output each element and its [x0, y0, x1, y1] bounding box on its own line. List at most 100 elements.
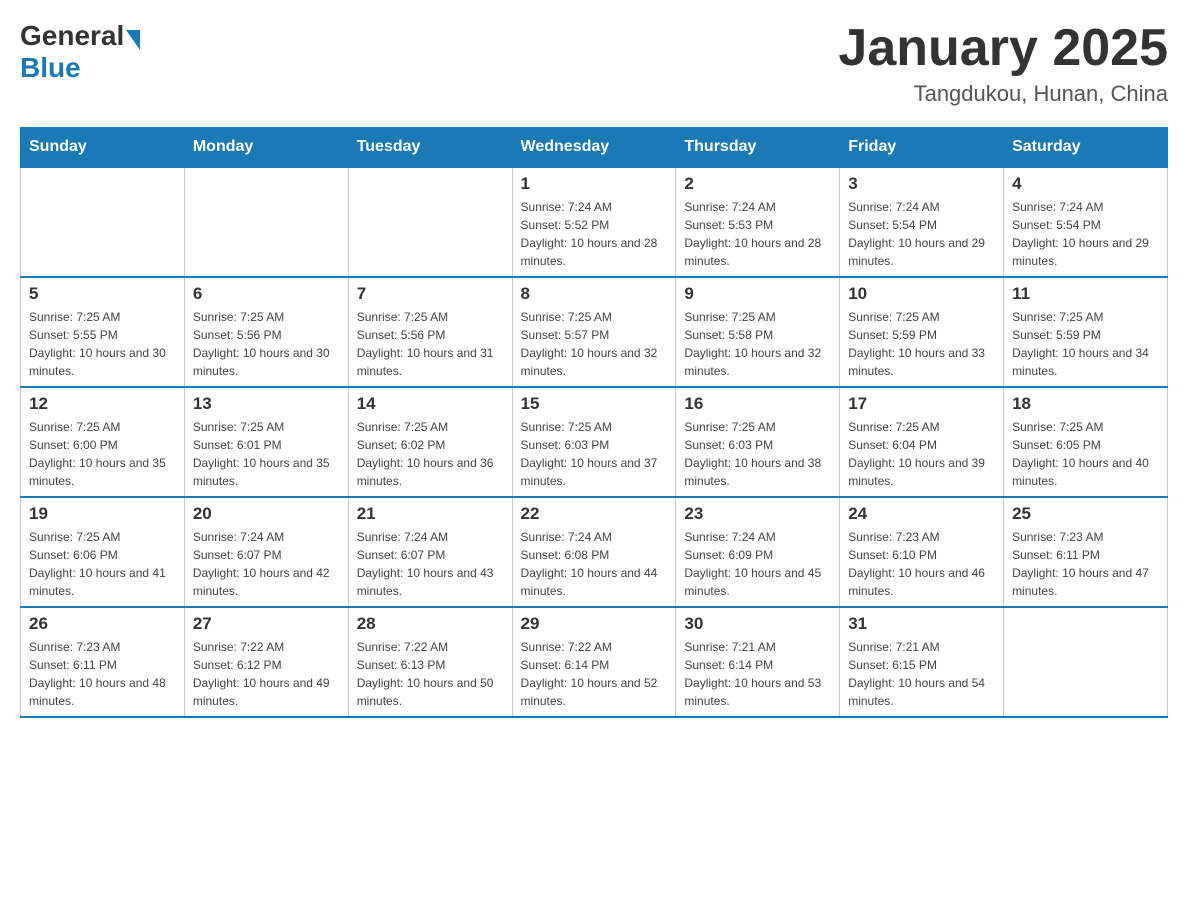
week-row-3: 12 Sunrise: 7:25 AM Sunset: 6:00 PM Dayli…: [21, 387, 1168, 497]
day-number: 11: [1012, 284, 1159, 304]
day-number: 16: [684, 394, 831, 414]
day-number: 10: [848, 284, 995, 304]
day-cell: 19 Sunrise: 7:25 AM Sunset: 6:06 PM Dayli…: [21, 497, 185, 607]
day-number: 6: [193, 284, 340, 304]
day-info: Sunrise: 7:25 AM Sunset: 6:06 PM Dayligh…: [29, 528, 176, 600]
logo-blue-text: Blue: [20, 52, 81, 84]
day-cell: 10Sunrise: 7:25 AM Sunset: 5:59 PM Dayli…: [840, 277, 1004, 387]
week-row-4: 19 Sunrise: 7:25 AM Sunset: 6:06 PM Dayli…: [21, 497, 1168, 607]
day-info: Sunrise: 7:24 AM Sunset: 6:07 PM Dayligh…: [193, 528, 340, 600]
day-number: 12: [29, 394, 176, 414]
day-number: 8: [521, 284, 668, 304]
day-number: 18: [1012, 394, 1159, 414]
logo-general-text: General: [20, 20, 124, 52]
day-cell: [348, 167, 512, 277]
day-number: 3: [848, 174, 995, 194]
day-cell: 25 Sunrise: 7:23 AM Sunset: 6:11 PM Dayli…: [1004, 497, 1168, 607]
day-info: Sunrise: 7:22 AM Sunset: 6:13 PM Dayligh…: [357, 638, 504, 710]
title-section: January 2025 Tangdukou, Hunan, China: [838, 20, 1168, 107]
location-title: Tangdukou, Hunan, China: [838, 81, 1168, 107]
day-number: 9: [684, 284, 831, 304]
header-cell-saturday: Saturday: [1004, 128, 1168, 168]
day-number: 23: [684, 504, 831, 524]
day-number: 31: [848, 614, 995, 634]
day-cell: 26 Sunrise: 7:23 AM Sunset: 6:11 PM Dayli…: [21, 607, 185, 717]
header-cell-friday: Friday: [840, 128, 1004, 168]
day-info: Sunrise: 7:23 AM Sunset: 6:11 PM Dayligh…: [1012, 528, 1159, 600]
day-info: Sunrise: 7:25 AM Sunset: 6:04 PM Dayligh…: [848, 418, 995, 490]
day-info: Sunrise: 7:24 AM Sunset: 5:53 PM Dayligh…: [684, 198, 831, 270]
day-info: Sunrise: 7:24 AM Sunset: 6:07 PM Dayligh…: [357, 528, 504, 600]
header-cell-sunday: Sunday: [21, 128, 185, 168]
day-cell: 24 Sunrise: 7:23 AM Sunset: 6:10 PM Dayli…: [840, 497, 1004, 607]
day-cell: 15Sunrise: 7:25 AM Sunset: 6:03 PM Dayli…: [512, 387, 676, 497]
day-info: Sunrise: 7:22 AM Sunset: 6:14 PM Dayligh…: [521, 638, 668, 710]
day-number: 25: [1012, 504, 1159, 524]
day-cell: 8 Sunrise: 7:25 AM Sunset: 5:57 PM Daylig…: [512, 277, 676, 387]
day-number: 7: [357, 284, 504, 304]
day-info: Sunrise: 7:23 AM Sunset: 6:10 PM Dayligh…: [848, 528, 995, 600]
day-cell: 14 Sunrise: 7:25 AM Sunset: 6:02 PM Dayli…: [348, 387, 512, 497]
week-row-2: 5Sunrise: 7:25 AM Sunset: 5:55 PM Daylig…: [21, 277, 1168, 387]
day-cell: 13Sunrise: 7:25 AM Sunset: 6:01 PM Dayli…: [184, 387, 348, 497]
day-cell: 27 Sunrise: 7:22 AM Sunset: 6:12 PM Dayli…: [184, 607, 348, 717]
day-info: Sunrise: 7:24 AM Sunset: 5:52 PM Dayligh…: [521, 198, 668, 270]
day-number: 24: [848, 504, 995, 524]
header-cell-thursday: Thursday: [676, 128, 840, 168]
day-info: Sunrise: 7:25 AM Sunset: 6:00 PM Dayligh…: [29, 418, 176, 490]
day-info: Sunrise: 7:23 AM Sunset: 6:11 PM Dayligh…: [29, 638, 176, 710]
day-info: Sunrise: 7:21 AM Sunset: 6:15 PM Dayligh…: [848, 638, 995, 710]
day-cell: 2 Sunrise: 7:24 AM Sunset: 5:53 PM Daylig…: [676, 167, 840, 277]
day-cell: 20Sunrise: 7:24 AM Sunset: 6:07 PM Dayli…: [184, 497, 348, 607]
day-cell: 12 Sunrise: 7:25 AM Sunset: 6:00 PM Dayli…: [21, 387, 185, 497]
day-cell: 4 Sunrise: 7:24 AM Sunset: 5:54 PM Daylig…: [1004, 167, 1168, 277]
day-cell: 22 Sunrise: 7:24 AM Sunset: 6:08 PM Dayli…: [512, 497, 676, 607]
day-number: 14: [357, 394, 504, 414]
header-cell-wednesday: Wednesday: [512, 128, 676, 168]
day-number: 26: [29, 614, 176, 634]
day-info: Sunrise: 7:25 AM Sunset: 6:03 PM Dayligh…: [521, 418, 668, 490]
day-number: 19: [29, 504, 176, 524]
calendar-table: SundayMondayTuesdayWednesdayThursdayFrid…: [20, 127, 1168, 718]
day-info: Sunrise: 7:25 AM Sunset: 5:57 PM Dayligh…: [521, 308, 668, 380]
logo-icon: General Blue: [20, 20, 140, 84]
day-cell: 5Sunrise: 7:25 AM Sunset: 5:55 PM Daylig…: [21, 277, 185, 387]
day-number: 30: [684, 614, 831, 634]
day-info: Sunrise: 7:25 AM Sunset: 6:03 PM Dayligh…: [684, 418, 831, 490]
day-cell: [21, 167, 185, 277]
day-info: Sunrise: 7:25 AM Sunset: 5:56 PM Dayligh…: [357, 308, 504, 380]
day-cell: 21Sunrise: 7:24 AM Sunset: 6:07 PM Dayli…: [348, 497, 512, 607]
page-header: General Blue January 2025 Tangdukou, Hun…: [20, 20, 1168, 107]
month-title: January 2025: [838, 20, 1168, 77]
day-info: Sunrise: 7:25 AM Sunset: 5:56 PM Dayligh…: [193, 308, 340, 380]
day-info: Sunrise: 7:24 AM Sunset: 5:54 PM Dayligh…: [1012, 198, 1159, 270]
day-cell: 30 Sunrise: 7:21 AM Sunset: 6:14 PM Dayli…: [676, 607, 840, 717]
day-number: 27: [193, 614, 340, 634]
week-row-5: 26 Sunrise: 7:23 AM Sunset: 6:11 PM Dayli…: [21, 607, 1168, 717]
day-cell: 17Sunrise: 7:25 AM Sunset: 6:04 PM Dayli…: [840, 387, 1004, 497]
day-number: 22: [521, 504, 668, 524]
day-info: Sunrise: 7:25 AM Sunset: 5:58 PM Dayligh…: [684, 308, 831, 380]
day-info: Sunrise: 7:22 AM Sunset: 6:12 PM Dayligh…: [193, 638, 340, 710]
calendar-header: SundayMondayTuesdayWednesdayThursdayFrid…: [21, 128, 1168, 168]
day-number: 2: [684, 174, 831, 194]
day-cell: 3 Sunrise: 7:24 AM Sunset: 5:54 PM Daylig…: [840, 167, 1004, 277]
day-cell: 1Sunrise: 7:24 AM Sunset: 5:52 PM Daylig…: [512, 167, 676, 277]
day-cell: 28 Sunrise: 7:22 AM Sunset: 6:13 PM Dayli…: [348, 607, 512, 717]
day-info: Sunrise: 7:25 AM Sunset: 6:02 PM Dayligh…: [357, 418, 504, 490]
day-info: Sunrise: 7:24 AM Sunset: 6:08 PM Dayligh…: [521, 528, 668, 600]
day-cell: 31 Sunrise: 7:21 AM Sunset: 6:15 PM Dayli…: [840, 607, 1004, 717]
day-info: Sunrise: 7:24 AM Sunset: 6:09 PM Dayligh…: [684, 528, 831, 600]
header-cell-monday: Monday: [184, 128, 348, 168]
calendar-body: 1Sunrise: 7:24 AM Sunset: 5:52 PM Daylig…: [21, 167, 1168, 717]
day-cell: 6 Sunrise: 7:25 AM Sunset: 5:56 PM Daylig…: [184, 277, 348, 387]
day-cell: 7 Sunrise: 7:25 AM Sunset: 5:56 PM Daylig…: [348, 277, 512, 387]
week-row-1: 1Sunrise: 7:24 AM Sunset: 5:52 PM Daylig…: [21, 167, 1168, 277]
day-number: 4: [1012, 174, 1159, 194]
day-info: Sunrise: 7:24 AM Sunset: 5:54 PM Dayligh…: [848, 198, 995, 270]
day-number: 28: [357, 614, 504, 634]
day-info: Sunrise: 7:25 AM Sunset: 6:05 PM Dayligh…: [1012, 418, 1159, 490]
day-cell: 11 Sunrise: 7:25 AM Sunset: 5:59 PM Dayli…: [1004, 277, 1168, 387]
day-info: Sunrise: 7:21 AM Sunset: 6:14 PM Dayligh…: [684, 638, 831, 710]
day-info: Sunrise: 7:25 AM Sunset: 5:59 PM Dayligh…: [1012, 308, 1159, 380]
